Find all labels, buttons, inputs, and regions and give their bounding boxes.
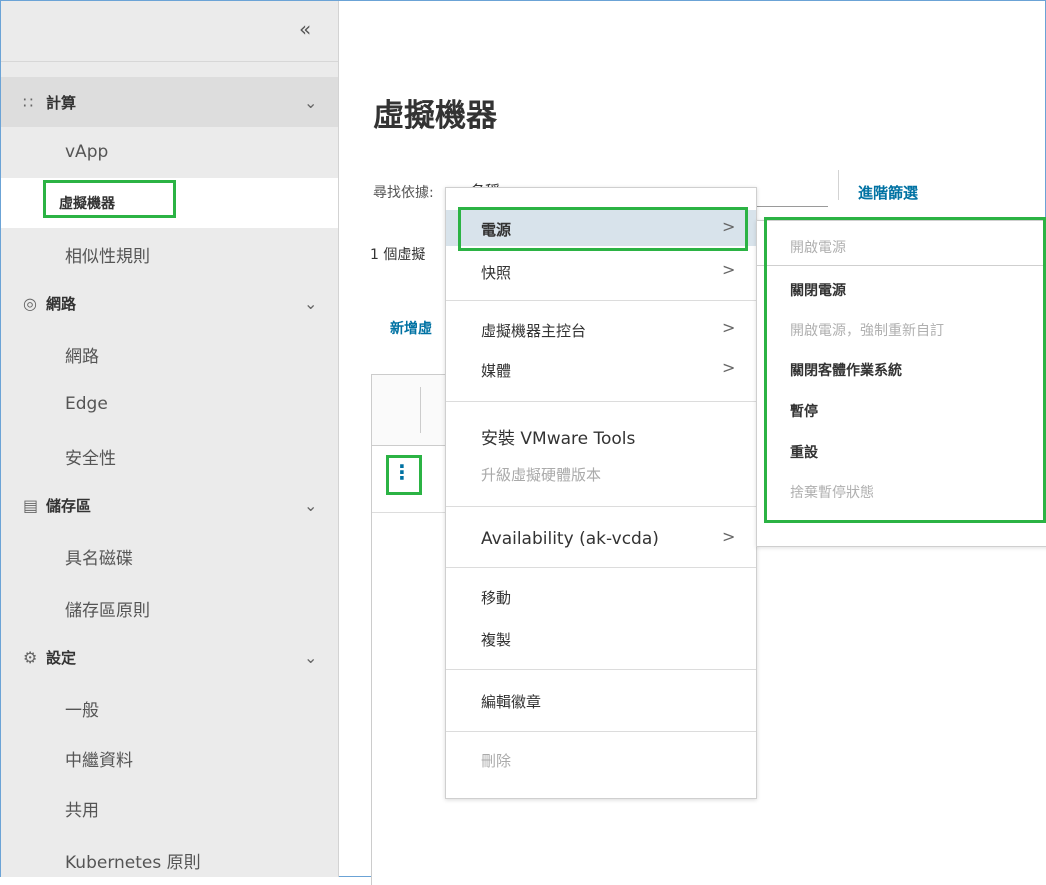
sidebar-item-label: Kubernetes 原則 [65, 853, 201, 873]
chevron-right-icon: > [722, 527, 736, 546]
sidebar-item-affinity-rules[interactable]: 相似性規則 [1, 228, 338, 278]
sidebar-item-label: 安全性 [65, 449, 116, 469]
sidebar-group-label: 設定 [46, 648, 77, 667]
sidebar-group-storage[interactable]: ▤ 儲存區 ⌄ [1, 480, 338, 530]
menu-item-media[interactable]: 媒體 > [446, 351, 756, 387]
menu-item-label: Availability (ak-vcda) [481, 529, 659, 549]
chevron-right-icon: > [722, 260, 736, 279]
menu-item-label: 快照 [481, 264, 512, 282]
sidebar-divider [1, 61, 338, 62]
sidebar-item-general[interactable]: 一般 [1, 682, 338, 732]
highlight-active-item [43, 180, 176, 218]
chevron-right-icon: > [722, 318, 736, 337]
menu-item-label: 複製 [481, 631, 512, 649]
sidebar-group-label: 網路 [46, 294, 77, 313]
menu-item-edit-badges[interactable]: 編輯徽章 [446, 682, 756, 718]
sidebar-item-named-disks[interactable]: 具名磁碟 [1, 530, 338, 580]
page-title: 虛擬機器 [373, 98, 497, 134]
menu-item-availability[interactable]: Availability (ak-vcda) > [446, 520, 756, 556]
menu-item-vm-console[interactable]: 虛擬機器主控台 > [446, 311, 756, 347]
grid-icon: ∷ [23, 92, 34, 112]
sidebar-group-compute[interactable]: ∷ 計算 ⌄ [1, 77, 338, 127]
menu-divider [446, 300, 756, 301]
menu-divider [446, 669, 756, 670]
sidebar-group-settings[interactable]: ⚙ 設定 ⌄ [1, 632, 338, 682]
highlight-row-actions [386, 455, 422, 495]
sidebar-item-label: 一般 [65, 701, 99, 721]
network-icon: ◎ [23, 293, 37, 313]
column-divider [420, 387, 421, 433]
vm-count-text: 1 個虛擬 [370, 247, 426, 263]
menu-item-label: 安裝 VMware Tools [481, 429, 636, 449]
menu-divider [446, 401, 756, 402]
sidebar-group-label: 儲存區 [46, 496, 92, 515]
menu-item-label: 升級虛擬硬體版本 [481, 466, 602, 484]
sidebar-item-label: 網路 [65, 347, 99, 367]
collapse-sidebar-icon[interactable]: « [299, 19, 311, 39]
sidebar: « ∷ 計算 ⌄ vApp 虛擬機器 相似性規則 ◎ 網路 ⌄ 網路 Edge … [1, 1, 339, 877]
highlight-power-submenu [764, 217, 1046, 523]
menu-divider [446, 731, 756, 732]
sidebar-item-label: vApp [65, 142, 109, 162]
sidebar-item-label: Edge [65, 394, 108, 414]
sidebar-item-storage-policies[interactable]: 儲存區原則 [1, 582, 338, 632]
sidebar-item-sharing[interactable]: 共用 [1, 782, 338, 832]
chevron-right-icon: > [722, 358, 736, 377]
menu-divider [446, 506, 756, 507]
menu-item-install-vmware-tools[interactable]: 安裝 VMware Tools [446, 415, 756, 451]
menu-item-label: 刪除 [481, 752, 512, 770]
sidebar-item-label: 儲存區原則 [65, 601, 150, 621]
menu-item-copy[interactable]: 複製 [446, 620, 756, 656]
menu-item-delete[interactable]: 刪除 [446, 741, 756, 777]
add-vm-button[interactable]: 新增虛 [390, 318, 432, 338]
sidebar-group-label: 計算 [46, 93, 77, 112]
menu-divider [446, 567, 756, 568]
menu-item-move[interactable]: 移動 [446, 578, 756, 614]
advanced-filter-link[interactable]: 進階篩選 [858, 182, 918, 203]
menu-item-label: 編輯徽章 [481, 693, 542, 711]
menu-item-label: 移動 [481, 589, 512, 607]
sidebar-group-networking[interactable]: ◎ 網路 ⌄ [1, 278, 338, 328]
menu-item-label: 虛擬機器主控台 [481, 322, 587, 340]
chevron-down-icon: ⌄ [304, 495, 318, 515]
menu-item-snapshot[interactable]: 快照 > [446, 253, 756, 289]
context-menu: 電源 > 快照 > 虛擬機器主控台 > 媒體 > 安裝 VMware Tools… [445, 187, 757, 799]
highlight-power-item [458, 207, 748, 251]
search-by-label: 尋找依據: [373, 185, 434, 201]
chevron-down-icon: ⌄ [304, 647, 318, 667]
chevron-down-icon: ⌄ [304, 92, 318, 112]
sidebar-item-metadata[interactable]: 中繼資料 [1, 732, 338, 782]
sidebar-item-edge[interactable]: Edge [1, 380, 338, 430]
divider [838, 170, 839, 200]
sidebar-item-label: 具名磁碟 [65, 549, 133, 569]
sidebar-item-security[interactable]: 安全性 [1, 430, 338, 480]
menu-item-upgrade-hardware[interactable]: 升級虛擬硬體版本 [446, 455, 756, 491]
sidebar-item-label: 共用 [65, 801, 99, 821]
gear-icon: ⚙ [23, 647, 38, 667]
sidebar-item-label: 中繼資料 [65, 751, 133, 771]
sidebar-item-networks[interactable]: 網路 [1, 328, 338, 378]
storage-icon: ▤ [23, 495, 39, 515]
chevron-down-icon: ⌄ [304, 293, 318, 313]
menu-item-label: 媒體 [481, 362, 512, 380]
sidebar-item-vapp[interactable]: vApp [1, 128, 338, 178]
sidebar-item-label: 相似性規則 [65, 247, 150, 267]
